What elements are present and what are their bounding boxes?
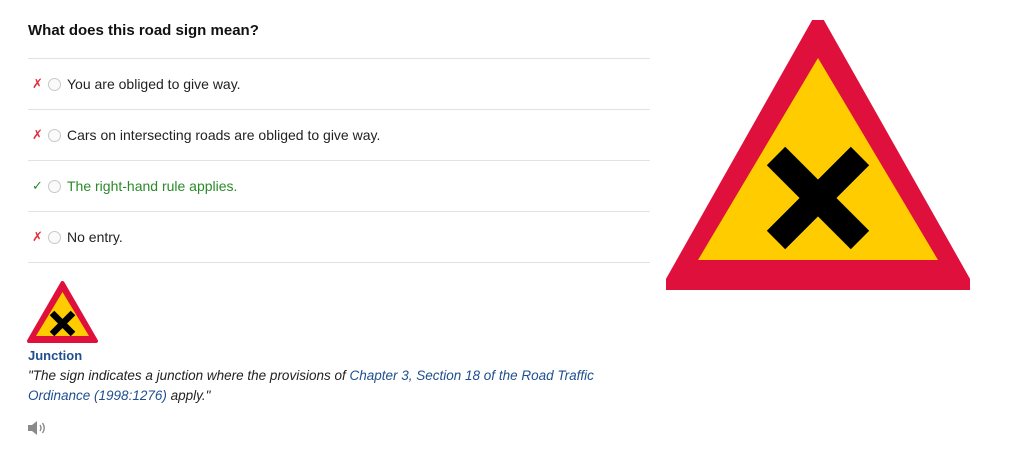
speaker-icon[interactable] — [27, 419, 47, 437]
explanation-quote: "The sign indicates a junction where the… — [28, 366, 628, 406]
answer-label: The right-hand rule applies. — [67, 178, 238, 194]
answer-label: You are obliged to give way. — [67, 76, 241, 92]
answer-option-2[interactable]: ✗ Cars on intersecting roads are obliged… — [28, 110, 650, 161]
radio-button[interactable] — [48, 128, 61, 142]
radio-button[interactable] — [48, 179, 61, 193]
answer-label: No entry. — [67, 229, 123, 245]
explanation-text-end: apply." — [166, 388, 211, 403]
answer-list: ✗ You are obliged to give way. ✗ Cars on… — [28, 58, 650, 263]
answer-option-1[interactable]: ✗ You are obliged to give way. — [28, 59, 650, 110]
check-mark-icon: ✓ — [32, 178, 43, 193]
junction-sign-icon — [666, 20, 970, 290]
explanation-text-start: "The sign indicates a junction where the… — [28, 368, 350, 383]
radio-button[interactable] — [48, 77, 61, 91]
answer-label: Cars on intersecting roads are obliged t… — [67, 127, 381, 143]
explanation-title: Junction — [28, 348, 83, 363]
question-title: What does this road sign mean? — [28, 22, 259, 39]
wrong-mark-icon: ✗ — [32, 127, 43, 142]
answer-option-4[interactable]: ✗ No entry. — [28, 212, 650, 263]
answer-option-3[interactable]: ✓ The right-hand rule applies. — [28, 161, 650, 212]
junction-sign-thumbnail-icon — [27, 281, 98, 343]
wrong-mark-icon: ✗ — [32, 229, 43, 244]
radio-button[interactable] — [48, 230, 61, 244]
wrong-mark-icon: ✗ — [32, 76, 43, 91]
